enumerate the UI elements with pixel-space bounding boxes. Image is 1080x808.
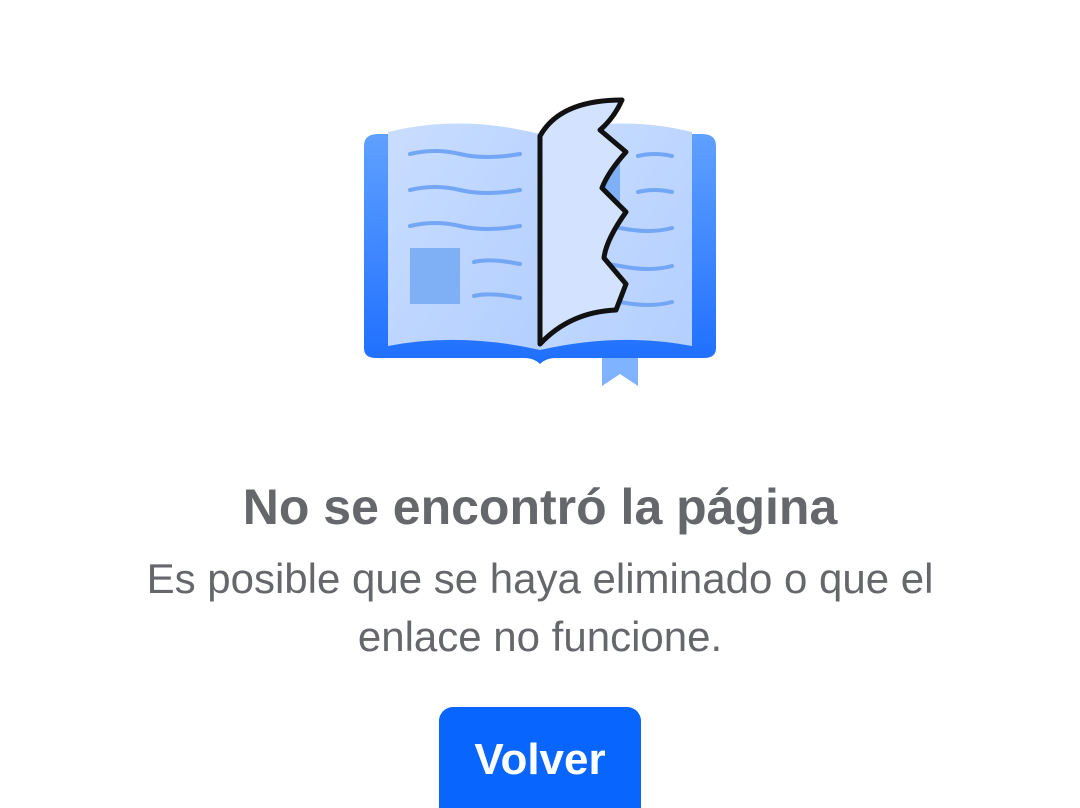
error-message: Es posible que se haya eliminado o que e… xyxy=(146,555,934,660)
page-title: No se encontró la página xyxy=(242,479,838,535)
error-page: No se encontró la página Es posible que … xyxy=(0,0,1080,808)
back-button[interactable]: Volver xyxy=(439,707,641,808)
torn-book-icon xyxy=(350,88,730,398)
